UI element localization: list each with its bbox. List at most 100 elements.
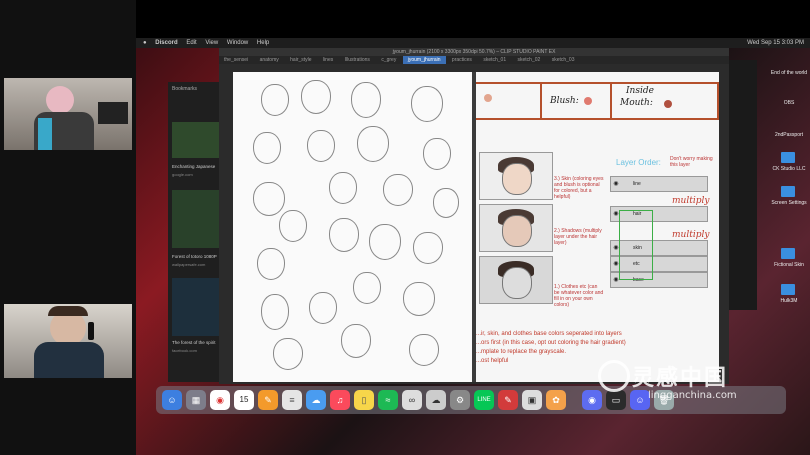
result-source: google.com: [172, 172, 193, 177]
tab[interactable]: anatomy: [255, 56, 284, 64]
face-shape: [502, 267, 532, 299]
image-thumb[interactable]: [172, 278, 220, 336]
music-icon[interactable]: ♫: [330, 390, 350, 410]
tab[interactable]: sketch_02: [513, 56, 546, 64]
folder-icon[interactable]: [781, 186, 795, 197]
tab[interactable]: practices: [447, 56, 477, 64]
line-icon[interactable]: LINE: [474, 390, 494, 410]
folder-icon[interactable]: [781, 152, 795, 163]
loop-icon[interactable]: ∞: [402, 390, 422, 410]
watermark-text: 灵感中国: [632, 366, 729, 391]
result-source: facebook.com: [172, 348, 197, 353]
bookmarks-label[interactable]: Bookmarks: [172, 86, 197, 92]
note-top: Don't worry making this layer: [670, 156, 713, 168]
result-title[interactable]: Forest of totoro 1080P: [172, 254, 217, 259]
sketch-head: [309, 292, 337, 324]
desktop-label[interactable]: Hulk3M: [769, 298, 809, 304]
folder-icon[interactable]: [781, 248, 795, 259]
multiply-note: multiply: [672, 196, 710, 206]
inside-label: Inside: [626, 86, 654, 96]
sketch-head: [301, 80, 331, 114]
sketch-head: [273, 338, 303, 370]
menu-window[interactable]: Window: [227, 40, 248, 46]
stickies-icon[interactable]: ▯: [354, 390, 374, 410]
sketch-head: [423, 138, 451, 170]
result-title[interactable]: The forest of the spirit: [172, 340, 216, 345]
notes-icon[interactable]: ≡: [282, 390, 302, 410]
sketch-head: [403, 282, 435, 316]
preview-icon[interactable]: ▣: [522, 390, 542, 410]
sketch-head: [409, 334, 439, 366]
desktop-label[interactable]: Screen Settings: [769, 200, 809, 206]
result-source: wallpapersafe.com: [172, 262, 206, 267]
step-note-2: 2.) Shadows (multiply layer under the ha…: [554, 228, 602, 246]
menu-clock[interactable]: Wed Sep 15 3:03 PM: [747, 38, 804, 48]
sketch-head: [307, 130, 335, 162]
person-head: [46, 86, 74, 114]
tab[interactable]: sketch_03: [547, 56, 580, 64]
chrome-icon[interactable]: ◉: [210, 390, 230, 410]
sketch-head: [261, 294, 289, 330]
webcam-feed-streamer: [4, 78, 132, 150]
launchpad-icon[interactable]: ▦: [186, 390, 206, 410]
sketch-head: [341, 324, 371, 358]
multiply-note: multiply: [672, 230, 710, 240]
strip-divider: [610, 84, 612, 118]
result-title[interactable]: Enchanting Japanese: [172, 164, 215, 169]
photos-icon[interactable]: ✿: [546, 390, 566, 410]
desktop-label[interactable]: OBS: [769, 100, 809, 106]
settings-icon[interactable]: ⚙: [450, 390, 470, 410]
mouth-swatch: [664, 100, 672, 108]
sketch-head: [253, 132, 281, 164]
sketch-head: [279, 210, 307, 242]
face-shape: [502, 163, 532, 195]
folder-icon[interactable]: [781, 284, 795, 295]
desktop-label[interactable]: CK Studio LLC: [769, 166, 809, 172]
menu-view[interactable]: View: [205, 40, 218, 46]
strip-divider: [540, 84, 542, 118]
menu-help[interactable]: Help: [257, 40, 269, 46]
sketch-head: [353, 272, 381, 304]
sketch-head: [369, 224, 401, 260]
watermark: 灵感中国 lingganchina.com: [588, 358, 788, 408]
webcam-panel-bottom: [0, 228, 136, 455]
step-thumb-1: [479, 152, 553, 200]
webcam-panel-top: [0, 0, 136, 228]
sketch-head: [433, 188, 459, 218]
sketch-head: [257, 248, 285, 280]
headphone: [88, 322, 94, 340]
desktop-label[interactable]: End of the world: [769, 70, 809, 76]
menu-edit[interactable]: Edit: [186, 40, 196, 46]
sketch-head: [411, 86, 443, 122]
browser-window[interactable]: Bookmarks Enchanting Japanese google.com…: [168, 82, 224, 382]
tab[interactable]: sketch_01: [478, 56, 511, 64]
chat-icon[interactable]: ☁: [306, 390, 326, 410]
tab[interactable]: the_sensei: [219, 56, 253, 64]
step-thumb-3: [479, 256, 553, 304]
clip-icon[interactable]: ✎: [498, 390, 518, 410]
menu-app-name[interactable]: Discord: [155, 40, 177, 46]
spotify-icon[interactable]: ≈: [378, 390, 398, 410]
tab-active[interactable]: jyoum_jhurrain: [402, 56, 446, 64]
person-body: [34, 342, 104, 378]
pages-icon[interactable]: ✎: [258, 390, 278, 410]
finder-icon[interactable]: ☺: [162, 390, 182, 410]
sketch-head: [329, 172, 357, 204]
mouth-label: Mouth:: [620, 98, 653, 108]
tab[interactable]: Illustrations: [340, 56, 375, 64]
reference-canvas[interactable]: Blush: Inside Mouth: 3.) Skin (coloring …: [476, 72, 719, 382]
image-thumb[interactable]: [172, 122, 220, 158]
desktop-label[interactable]: Fictional Skin: [769, 262, 809, 268]
apple-icon[interactable]: ●: [143, 40, 147, 46]
menu-bar: ● Discord Edit View Window Help Wed Sep …: [136, 38, 810, 48]
sketch-canvas[interactable]: [233, 72, 473, 382]
cloud-icon[interactable]: ☁: [426, 390, 446, 410]
desktop-label[interactable]: 2ndPassport: [769, 132, 809, 138]
monitor: [98, 102, 128, 124]
tab[interactable]: hair_style: [285, 56, 316, 64]
calendar-icon[interactable]: 15: [234, 390, 254, 410]
tab[interactable]: lines: [318, 56, 338, 64]
tab[interactable]: c_grey: [376, 56, 401, 64]
image-thumb[interactable]: [172, 190, 220, 248]
sketch-head: [253, 182, 285, 216]
